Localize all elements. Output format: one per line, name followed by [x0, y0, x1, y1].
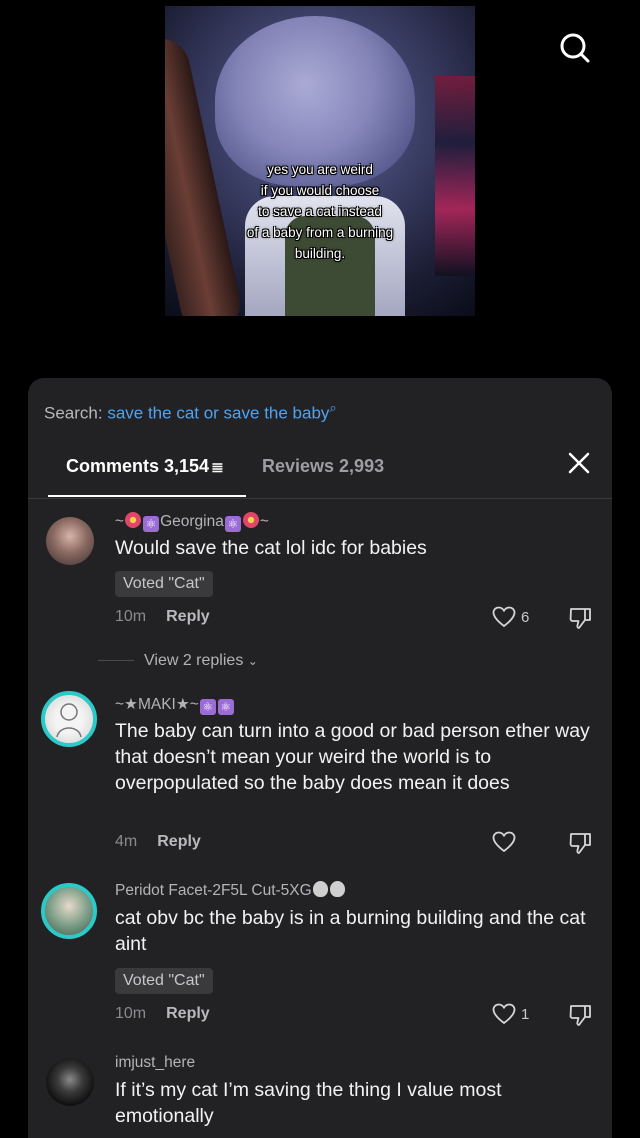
sketch-figure-icon [56, 703, 82, 738]
search-term-link[interactable]: save the cat or save the baby [107, 404, 329, 423]
comment-meta: 10m Reply [115, 608, 210, 626]
comment-text: If it’s my cat I’m saving the thing I va… [115, 1079, 502, 1127]
avatar[interactable] [46, 1058, 94, 1106]
like-count: 6 [521, 608, 530, 626]
dislike-icon[interactable] [568, 1003, 594, 1032]
dislike-icon[interactable] [568, 606, 594, 635]
divider-line [98, 660, 134, 662]
caption-line: if you would choose [260, 183, 380, 198]
like-button[interactable]: 1 [492, 1003, 552, 1025]
tab-comments[interactable]: Comments 3,154 ≣ [66, 456, 224, 477]
heart-icon [492, 1003, 516, 1025]
chevron-down-icon: ⌄ [247, 654, 258, 668]
username-text: Georgina [160, 513, 224, 530]
tab-comments-label: Comments 3,154 [66, 456, 210, 476]
search-small-icon: ⌕ [329, 400, 337, 415]
close-icon[interactable] [568, 450, 590, 480]
caption-line: building. [294, 246, 346, 261]
comment-username[interactable]: ~★MAKI★~ ⚛ ⚛ [115, 695, 235, 715]
comment-text: cat obv bc the baby is in a burning buil… [115, 907, 586, 955]
comment-meta: 10m Reply [115, 1005, 210, 1023]
comment-meta: 4m Reply [115, 833, 201, 851]
comments-sheet: Search: save the cat or save the baby⌕ C… [28, 378, 612, 1138]
avatar[interactable] [41, 691, 97, 747]
tab-reviews[interactable]: Reviews 2,993 [262, 456, 384, 477]
dislike-icon[interactable] [568, 831, 594, 860]
flower-icon [125, 512, 142, 528]
atom-icon: ⚛ [143, 516, 160, 532]
alien-icon [312, 881, 328, 897]
flower-icon [242, 512, 259, 528]
comment-username[interactable]: Peridot Facet-2F5L Cut-5XG [115, 881, 346, 900]
video-preview[interactable]: yes you are weird if you would choose to… [165, 6, 475, 316]
vote-badge: Voted "Cat" [115, 968, 213, 994]
like-button[interactable] [492, 831, 552, 853]
like-button[interactable]: 6 [492, 606, 552, 628]
atom-icon: ⚛ [199, 699, 216, 715]
related-search[interactable]: Search: save the cat or save the baby⌕ [44, 400, 337, 424]
reply-button[interactable]: Reply [157, 833, 201, 850]
avatar[interactable] [46, 517, 94, 565]
comment-username[interactable]: ~ ⚛ Georgina ⚛ ~ [115, 512, 269, 532]
atom-icon: ⚛ [224, 516, 241, 532]
view-replies-label: View 2 replies [144, 652, 244, 669]
comment-username[interactable]: imjust_here [115, 1054, 195, 1072]
heart-icon [492, 831, 516, 853]
active-tab-indicator [48, 495, 246, 497]
search-icon[interactable] [556, 30, 592, 66]
heart-icon [492, 606, 516, 628]
comment-time: 10m [115, 608, 147, 625]
comment-time: 10m [115, 1005, 147, 1022]
username-text: MAKI [137, 696, 176, 713]
view-replies-button[interactable]: View 2 replies ⌄ [98, 652, 258, 670]
caption-line: to save a cat instead [258, 204, 382, 219]
comment-text: Would save the cat lol idc for babies [115, 537, 427, 559]
sort-icon[interactable]: ≣ [211, 458, 224, 476]
caption-line: of a baby from a burning [246, 225, 394, 240]
reply-button[interactable]: Reply [166, 608, 210, 625]
atom-icon: ⚛ [217, 699, 234, 715]
reply-button[interactable]: Reply [166, 1005, 210, 1022]
comment-time: 4m [115, 833, 138, 850]
like-count: 1 [521, 1005, 530, 1023]
avatar[interactable] [41, 883, 97, 939]
tab-bar: Comments 3,154 ≣ Reviews 2,993 [28, 448, 612, 499]
caption-line: yes you are weird [267, 162, 373, 177]
alien-icon [329, 881, 345, 897]
vote-badge: Voted "Cat" [115, 571, 213, 597]
video-caption: yes you are weird if you would choose to… [165, 159, 475, 264]
comment-text: The baby can turn into a good or bad per… [115, 720, 590, 794]
search-prefix: Search: [44, 403, 103, 423]
username-text: Peridot Facet-2F5L Cut-5XG [115, 882, 312, 899]
